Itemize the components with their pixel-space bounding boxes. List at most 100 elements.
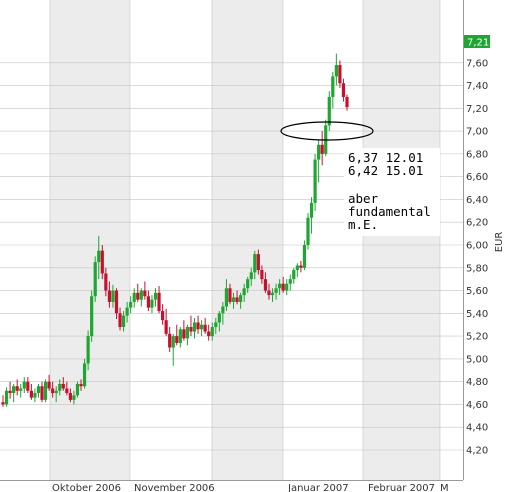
candle-body bbox=[249, 272, 253, 280]
candle-body bbox=[246, 279, 250, 289]
candle-body bbox=[207, 331, 211, 337]
candle-body bbox=[242, 288, 246, 296]
candle-body bbox=[33, 393, 37, 398]
candle-body bbox=[224, 288, 229, 307]
month-band bbox=[363, 0, 440, 480]
candle-body bbox=[54, 390, 58, 394]
candle-body bbox=[217, 313, 221, 323]
candle-body bbox=[107, 290, 111, 302]
candle-body bbox=[68, 393, 72, 400]
candle-body bbox=[175, 336, 179, 343]
candle-body bbox=[288, 279, 292, 284]
candle-body bbox=[146, 296, 151, 308]
candle-body bbox=[150, 299, 154, 308]
candle-body bbox=[75, 383, 80, 396]
candle-body bbox=[90, 296, 94, 337]
candle-body bbox=[182, 329, 186, 339]
candle-body bbox=[263, 279, 268, 291]
candle-body bbox=[4, 390, 9, 405]
candle-body bbox=[203, 324, 207, 332]
y-tick-label: 7,20 bbox=[466, 104, 488, 115]
candle-body bbox=[171, 336, 175, 348]
y-tick-label: 5,80 bbox=[466, 263, 488, 274]
candle-body bbox=[256, 254, 260, 271]
y-tick-label: 4,40 bbox=[466, 423, 488, 434]
candle-body bbox=[189, 326, 193, 332]
candle-body bbox=[121, 315, 126, 327]
candle-body bbox=[65, 388, 69, 394]
candle-body bbox=[210, 326, 214, 337]
candle-body bbox=[111, 290, 115, 302]
candle-body bbox=[125, 307, 129, 316]
candle-body bbox=[317, 144, 321, 160]
y-tick-label: 4,20 bbox=[466, 446, 488, 457]
candle-body bbox=[164, 320, 168, 334]
candle-body bbox=[334, 65, 338, 77]
candle-body bbox=[231, 297, 236, 302]
candle-body bbox=[157, 292, 161, 312]
candle-body bbox=[12, 386, 16, 394]
candle-body bbox=[51, 388, 55, 394]
y-tick-label: 5,60 bbox=[466, 286, 488, 297]
candle-body bbox=[196, 322, 200, 330]
x-tick-label: Januar 2007 bbox=[287, 483, 349, 492]
y-tick-label: 7,40 bbox=[466, 81, 488, 92]
y-tick-label: 6,80 bbox=[466, 149, 488, 160]
candle-body bbox=[270, 292, 275, 296]
candle-body bbox=[143, 290, 147, 297]
candle-body bbox=[153, 292, 158, 300]
candle-body bbox=[309, 202, 314, 218]
y-tick-label: 4,80 bbox=[466, 377, 488, 388]
candle-body bbox=[228, 288, 232, 302]
candle-body bbox=[285, 283, 289, 291]
candle-body bbox=[8, 390, 12, 394]
candle-body bbox=[345, 96, 349, 108]
annotation-line-5: m.E. bbox=[348, 217, 378, 232]
candle-body bbox=[306, 217, 310, 245]
candle-body bbox=[267, 290, 271, 296]
candle-body bbox=[295, 265, 299, 271]
month-band bbox=[50, 0, 130, 480]
candle-body bbox=[260, 270, 264, 280]
candle-body bbox=[1, 402, 5, 405]
candle-body bbox=[114, 290, 119, 314]
candle-body bbox=[43, 381, 48, 400]
candle-body bbox=[338, 65, 342, 84]
candle-body bbox=[97, 250, 101, 263]
candle-body bbox=[139, 290, 143, 300]
candle-body bbox=[72, 395, 76, 400]
x-tick-label: Februar 2007 bbox=[368, 483, 435, 492]
month-band bbox=[212, 0, 283, 480]
last-price-label: 7,21 bbox=[467, 38, 489, 49]
candle-body bbox=[292, 270, 296, 280]
x-axis: Oktober 2006 November 2006 Januar 2007 Febr… bbox=[52, 483, 449, 492]
candle-body bbox=[253, 254, 257, 273]
candle-body bbox=[235, 297, 239, 302]
candle-body bbox=[47, 381, 51, 389]
candle-body bbox=[302, 244, 307, 268]
candle-body bbox=[341, 83, 346, 97]
candle-body bbox=[331, 76, 335, 97]
candle-body bbox=[132, 292, 136, 302]
candle-body bbox=[168, 333, 172, 348]
y-tick-label: 4,60 bbox=[466, 400, 488, 411]
candle-body bbox=[178, 329, 182, 343]
y-tick-label: 7,00 bbox=[466, 127, 488, 138]
month-shading bbox=[50, 0, 440, 480]
candle-body bbox=[93, 262, 97, 297]
candle-body bbox=[19, 388, 23, 391]
y-tick-label: 5,40 bbox=[466, 309, 488, 320]
candle-body bbox=[104, 273, 108, 291]
candle-body bbox=[274, 288, 278, 293]
candle-body bbox=[79, 383, 83, 387]
candlestick-chart: 6,37 12.01 6,42 15.01 aber fundamental m… bbox=[0, 0, 505, 492]
candle-body bbox=[58, 383, 62, 391]
candle-body bbox=[22, 381, 26, 389]
candle-body bbox=[185, 326, 190, 339]
stock-chart: 6,37 12.01 6,42 15.01 aber fundamental m… bbox=[0, 0, 516, 492]
candle-body bbox=[320, 144, 324, 154]
annotation-line-2: 6,42 15.01 bbox=[348, 163, 423, 178]
candle-body bbox=[281, 283, 285, 291]
candle-body bbox=[86, 336, 90, 364]
candle-body bbox=[192, 322, 197, 332]
